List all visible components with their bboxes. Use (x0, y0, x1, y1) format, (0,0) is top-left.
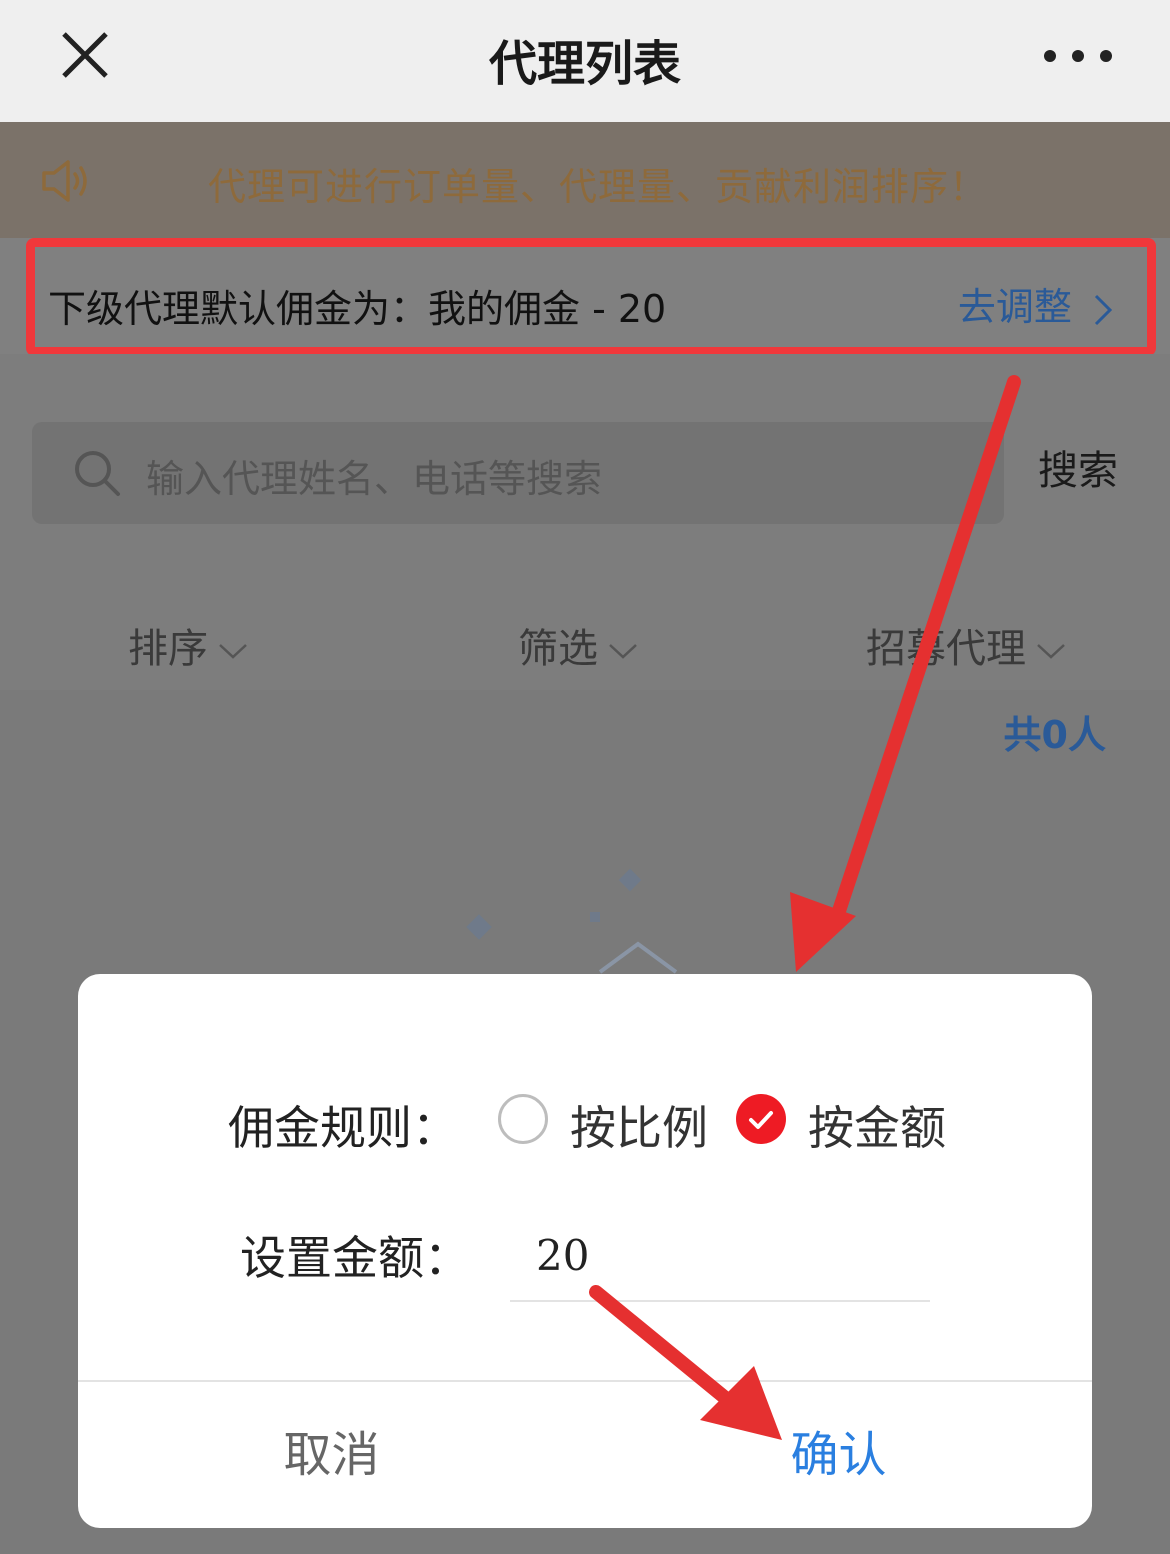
highlight-box (26, 238, 1156, 356)
notice-text: 代理可进行订单量、代理量、贡献利润排序！ (208, 165, 989, 209)
amount-label: 设置金额： (240, 1231, 470, 1285)
confirm-button[interactable]: 确认 (585, 1382, 1092, 1528)
empty-state-illustration (466, 868, 678, 974)
amount-radio[interactable] (736, 1094, 786, 1144)
commission-rule-row: 佣金规则： 按比例 按金额 (78, 974, 1092, 1174)
notice-bar: 代理可进行订单量、代理量、贡献利润排序！ (0, 122, 1170, 238)
sort-dropdown[interactable]: 排序 (128, 616, 248, 674)
filter-dropdown[interactable]: 筛选 (518, 616, 638, 674)
check-icon (749, 1111, 773, 1129)
filter-label: 筛选 (518, 626, 598, 672)
sort-label: 排序 (128, 626, 208, 672)
commission-dialog: 佣金规则： 按比例 按金额 设置金额： 取消 确认 (78, 974, 1092, 1528)
search-input[interactable]: 输入代理姓名、电话等搜索 (32, 422, 1004, 524)
search-area: 输入代理姓名、电话等搜索 搜索 排序 筛选 招募代理 (0, 354, 1170, 690)
cancel-button[interactable]: 取消 (78, 1382, 585, 1528)
recruit-agent-label: 招募代理 (866, 626, 1026, 672)
agent-count: 共0人 (1003, 713, 1106, 757)
top-nav-bar: 代理列表 (0, 0, 1170, 122)
chevron-down-icon (1037, 644, 1065, 659)
filter-bar: 排序 筛选 招募代理 (0, 584, 1170, 684)
search-icon (75, 451, 120, 496)
search-placeholder: 输入代理姓名、电话等搜索 (146, 457, 603, 501)
ratio-radio[interactable] (498, 1094, 548, 1144)
recruit-agent-dropdown[interactable]: 招募代理 (866, 616, 1066, 674)
more-options-icon[interactable] (1038, 44, 1118, 68)
chevron-down-icon (219, 644, 247, 659)
commission-rule-label: 佣金规则： (228, 1101, 458, 1155)
chevron-down-icon (609, 644, 637, 659)
amount-option-label[interactable]: 按金额 (808, 1092, 946, 1158)
search-button[interactable]: 搜索 (1038, 438, 1118, 496)
page-title: 代理列表 (488, 36, 681, 92)
ratio-option-label[interactable]: 按比例 (570, 1092, 708, 1158)
amount-input[interactable] (510, 1210, 930, 1302)
speaker-icon (42, 160, 87, 202)
